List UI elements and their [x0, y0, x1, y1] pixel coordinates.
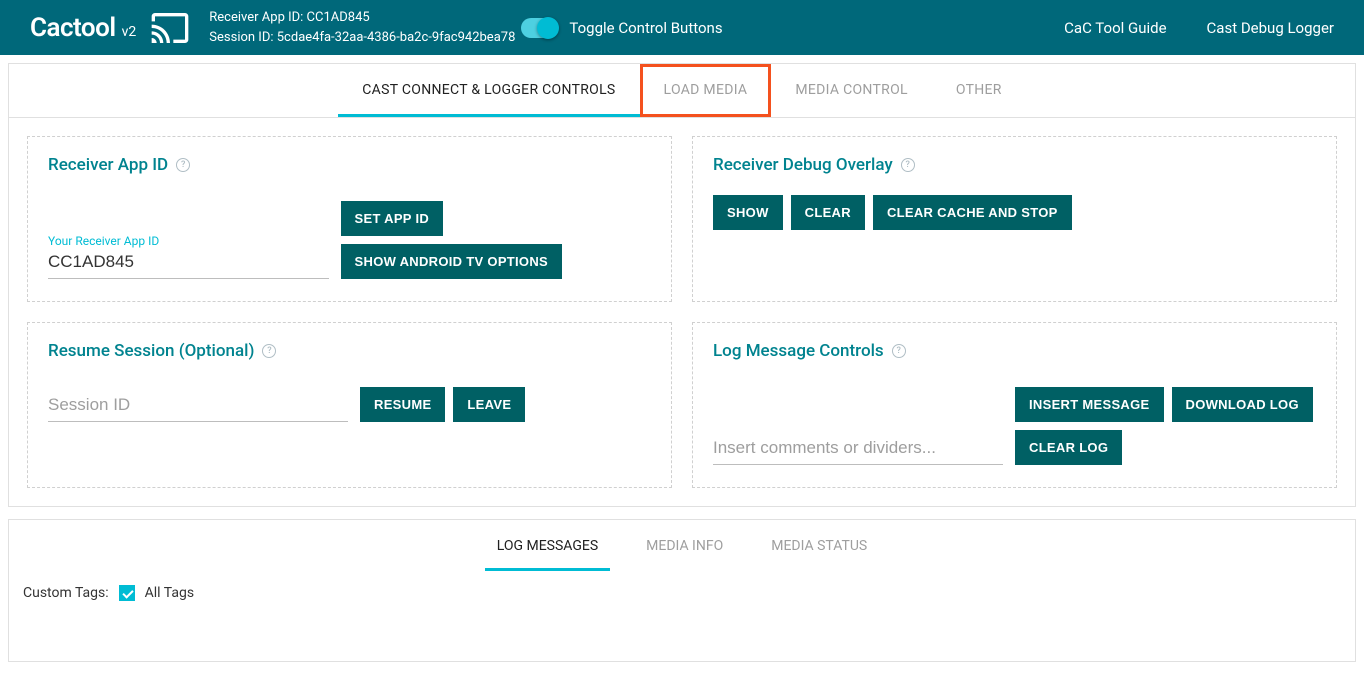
session-info: Receiver App ID: CC1AD845 Session ID: 5c… — [209, 8, 515, 47]
tab-media-control[interactable]: MEDIA CONTROL — [771, 64, 932, 117]
help-icon[interactable]: ? — [892, 344, 906, 358]
brand-name: Cactool — [30, 13, 116, 43]
main-tabs: CAST CONNECT & LOGGER CONTROLS LOAD MEDI… — [9, 64, 1355, 118]
receiver-app-id-input[interactable] — [48, 250, 329, 279]
log-comment-input[interactable] — [713, 436, 1003, 465]
tab-media-info[interactable]: MEDIA INFO — [634, 520, 735, 571]
session-id-label: Session ID: — [209, 30, 273, 45]
nav-cac-tool-guide[interactable]: CaC Tool Guide — [1064, 19, 1166, 37]
receiver-app-id-value: CC1AD845 — [307, 10, 370, 25]
toggle-knob — [537, 17, 559, 39]
resume-button[interactable]: RESUME — [360, 387, 445, 422]
leave-button[interactable]: LEAVE — [453, 387, 525, 422]
header-nav-links: CaC Tool Guide Cast Debug Logger — [1064, 19, 1334, 37]
clear-overlay-button[interactable]: CLEAR — [791, 195, 865, 230]
resume-session-title: Resume Session (Optional) — [48, 341, 254, 361]
tab-log-messages[interactable]: LOG MESSAGES — [485, 520, 610, 571]
receiver-app-id-label: Receiver App ID: — [209, 10, 303, 25]
cards-grid: Receiver App ID ? Your Receiver App ID S… — [9, 118, 1355, 506]
session-id-value: 5cdae4fa-32aa-4386-ba2c-9fac942bea78 — [277, 30, 516, 45]
receiver-debug-overlay-card: Receiver Debug Overlay ? SHOW CLEAR CLEA… — [692, 136, 1337, 302]
nav-cast-debug-logger[interactable]: Cast Debug Logger — [1207, 19, 1334, 37]
log-message-controls-card: Log Message Controls ? INSERT MESSAGE DO… — [692, 322, 1337, 488]
toggle-label: Toggle Control Buttons — [569, 19, 722, 37]
show-overlay-button[interactable]: SHOW — [713, 195, 783, 230]
help-icon[interactable]: ? — [176, 158, 190, 172]
tab-load-media[interactable]: LOAD MEDIA — [640, 64, 772, 117]
tab-media-status[interactable]: MEDIA STATUS — [759, 520, 879, 571]
clear-log-button[interactable]: CLEAR LOG — [1015, 430, 1122, 465]
toggle-switch[interactable] — [521, 18, 557, 38]
log-message-controls-title: Log Message Controls — [713, 341, 884, 361]
insert-message-button[interactable]: INSERT MESSAGE — [1015, 387, 1164, 422]
resume-session-card: Resume Session (Optional) ? RESUME LEAVE — [27, 322, 672, 488]
receiver-debug-overlay-title: Receiver Debug Overlay — [713, 155, 893, 175]
all-tags-checkbox[interactable] — [119, 585, 135, 601]
brand-version: v2 — [122, 24, 137, 40]
receiver-app-id-title: Receiver App ID — [48, 155, 168, 175]
cast-icon — [146, 8, 194, 48]
tab-cast-connect[interactable]: CAST CONNECT & LOGGER CONTROLS — [338, 64, 639, 117]
log-tabs: LOG MESSAGES MEDIA INFO MEDIA STATUS — [9, 520, 1355, 571]
receiver-app-id-floating-label: Your Receiver App ID — [48, 234, 329, 248]
tab-other[interactable]: OTHER — [932, 64, 1026, 117]
help-icon[interactable]: ? — [901, 158, 915, 172]
log-panel: LOG MESSAGES MEDIA INFO MEDIA STATUS Cus… — [8, 519, 1356, 662]
custom-tags-label: Custom Tags: — [23, 585, 109, 601]
download-log-button[interactable]: DOWNLOAD LOG — [1172, 387, 1313, 422]
all-tags-label: All Tags — [145, 585, 194, 601]
help-icon[interactable]: ? — [262, 344, 276, 358]
app-header: Cactool v2 Receiver App ID: CC1AD845 Ses… — [0, 0, 1364, 55]
show-android-tv-options-button[interactable]: SHOW ANDROID TV OPTIONS — [341, 244, 562, 279]
session-id-input[interactable] — [48, 393, 348, 422]
set-app-id-button[interactable]: SET APP ID — [341, 201, 444, 236]
clear-cache-stop-button[interactable]: CLEAR CACHE AND STOP — [873, 195, 1072, 230]
custom-tags-row: Custom Tags: All Tags — [23, 585, 1341, 601]
main-panel: CAST CONNECT & LOGGER CONTROLS LOAD MEDI… — [8, 63, 1356, 507]
receiver-app-id-card: Receiver App ID ? Your Receiver App ID S… — [27, 136, 672, 302]
toggle-control-buttons[interactable]: Toggle Control Buttons — [521, 18, 722, 38]
brand: Cactool v2 — [30, 13, 136, 43]
